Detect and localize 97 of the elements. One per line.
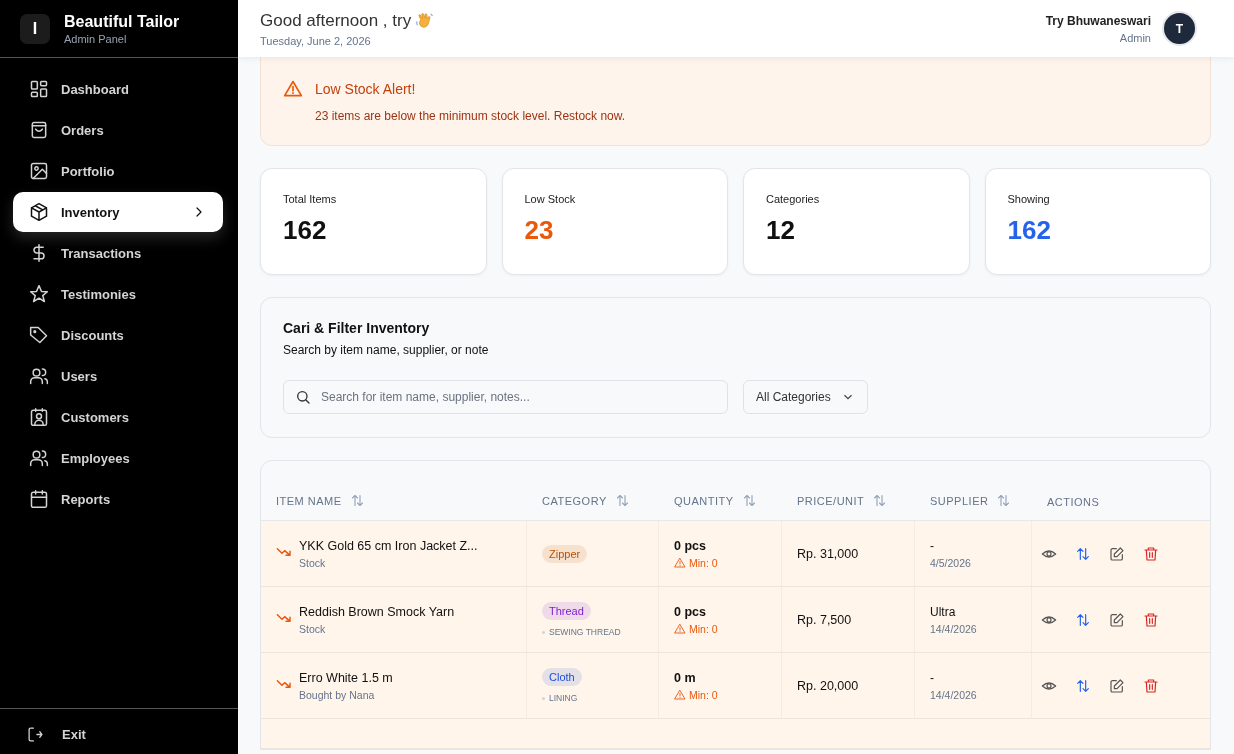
sort-icon [349,493,365,508]
delete-icon [1143,611,1159,628]
supplier-text: - [930,670,935,685]
sort-icon [1075,677,1091,694]
warning-icon [674,622,686,635]
filter-title: Cari & Filter Inventory [283,320,431,336]
tag-icon [29,325,49,345]
contact-icon [29,407,49,427]
supplier-text: - [930,538,935,553]
nav-item[interactable]: Discounts [13,315,225,355]
filter-subtitle: Search by item name, supplier, or note [283,343,490,357]
edit-icon [1109,545,1125,562]
sort-icon [1075,545,1091,562]
greeting: Good afternoon , try [260,10,412,31]
calendar-icon [29,489,49,509]
stat-label: Low Stock [524,193,577,205]
item-name: Reddish Brown Smock Yarn [299,604,455,619]
subcategory-label: SEWING THREAD [549,627,621,637]
date-text: Tuesday, June 2, 2026 [260,34,372,47]
edit-icon [1109,677,1125,694]
warning-icon [674,688,686,701]
user-name: Try Bhuwaneswari [1045,13,1151,28]
shopping-bag-icon [29,120,49,140]
sort-icon [996,493,1012,508]
logo: I [20,13,50,44]
delete-icon [1143,545,1159,562]
column-header[interactable]: CATEGORY [542,494,607,507]
nav-item[interactable]: Employees [13,438,225,478]
sort-icon [614,493,630,508]
price-text: Rp. 31,000 [797,546,860,561]
exit-icon [27,725,44,743]
stat-value: 12 [766,215,796,246]
category-badge: Zipper [542,544,588,563]
stat-value: 162 [1007,215,1052,246]
date-text: 14/4/2026 [930,688,978,701]
nav-item[interactable]: Testimonies [13,274,225,314]
item-note: Stock [299,556,327,569]
warning-icon [283,79,303,99]
column-header[interactable]: SUPPLIER [930,494,989,507]
category-dropdown[interactable]: All Categories [743,380,868,414]
sort-icon [741,493,757,508]
stat-label: Categories [766,193,821,205]
users-icon [29,366,49,386]
waving-hand-icon [415,11,435,30]
nav-item[interactable]: Reports [13,479,225,519]
quantity-text: 0 m [674,670,697,685]
column-header[interactable]: ITEM NAME [276,494,342,507]
user-role: Admin [1118,31,1151,44]
nav-item[interactable]: Orders [13,110,225,150]
delete-icon [1143,677,1159,694]
price-text: Rp. 7,500 [797,612,853,627]
date-text: 14/4/2026 [930,622,978,635]
stat-label: Total Items [283,193,338,205]
price-text: Rp. 20,000 [797,678,860,693]
alert-title: Low Stock Alert! [315,81,416,97]
subcategory-label: LINING [549,693,578,703]
category-badge: Thread [542,602,591,620]
category-badge: Cloth [542,668,582,686]
minimum-text: Min: 0 [689,556,718,569]
nav-item[interactable]: Customers [13,397,225,437]
supplier-text: Ultra [930,604,957,619]
quantity-text: 0 pcs [674,538,707,553]
image-icon [29,161,49,181]
stat-value: 162 [283,215,328,246]
column-header[interactable]: PRICE/UNIT [797,494,865,507]
column-header[interactable]: ACTIONS [1047,496,1100,508]
star-icon [29,284,49,304]
search-field[interactable]: Search for item name, supplier, notes... [283,380,728,414]
quantity-text: 0 pcs [674,604,707,619]
item-name: YKK Gold 65 cm Iron Jacket Z... [299,538,478,553]
item-name: Erro White 1.5 m [299,670,393,685]
nav-item[interactable]: Users [13,356,225,396]
warning-icon [674,556,686,569]
alert-message: 23 items are below the minimum stock level. Restock now. [315,109,627,123]
grid-icon [29,79,49,99]
column-header[interactable]: QUANTITY [674,494,734,507]
exit-link[interactable]: Exit [13,722,225,746]
item-note: Bought by Nana [299,688,376,701]
brand-title: Beautiful Tailor [64,12,180,31]
search-icon [295,389,311,405]
brand-subtitle: Admin Panel [64,32,128,45]
nav-item[interactable]: Inventory [13,192,223,232]
nav-item[interactable]: Transactions [13,233,225,273]
stat-label: Showing [1007,193,1051,205]
sort-icon [1075,611,1091,628]
minimum-text: Min: 0 [689,622,718,635]
minimum-text: Min: 0 [689,688,718,701]
stat-value: 23 [524,215,555,246]
users-icon [29,448,49,468]
sort-icon [872,493,888,508]
avatar[interactable]: T [1162,11,1197,46]
box-icon [29,202,49,222]
edit-icon [1109,611,1125,628]
date-text: 4/5/2026 [930,556,972,569]
nav-item[interactable]: Portfolio [13,151,225,191]
item-note: Stock [299,622,327,635]
nav-item[interactable]: Dashboard [13,69,225,109]
